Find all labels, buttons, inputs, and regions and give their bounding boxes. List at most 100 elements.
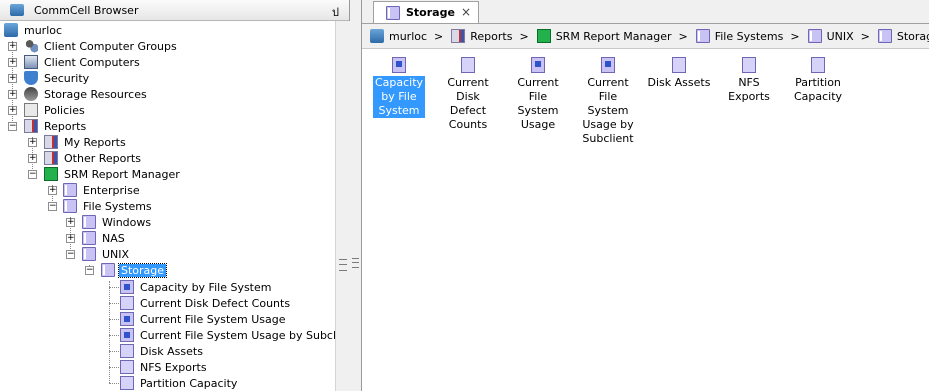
tree-node-current-disk-defect-counts[interactable]: Current Disk Defect Counts	[120, 295, 292, 311]
tree-node-capacity-by-file-system[interactable]: Capacity by File System	[120, 279, 273, 295]
collapse-icon[interactable]: −	[48, 202, 57, 211]
expand-icon[interactable]: +	[28, 138, 37, 147]
expand-icon[interactable]: +	[48, 186, 57, 195]
collapse-icon[interactable]: −	[85, 266, 94, 275]
folder-icon	[695, 29, 710, 43]
panel-title-bar: CommCell Browser ป	[0, 0, 349, 21]
tree-node-label: Client Computers	[44, 55, 140, 69]
tree-node-label: UNIX	[102, 247, 130, 261]
collapse-icon[interactable]: −	[66, 250, 75, 259]
report-item-icon	[742, 57, 756, 73]
tree-node-security[interactable]: Security	[24, 70, 91, 86]
tree-node-label: SRM Report Manager	[64, 167, 180, 181]
tree-node-current-file-system-usage-by-subclient[interactable]: Current File System Usage by Subclient	[120, 327, 335, 343]
report-item-label: Current Disk Defect Counts	[447, 76, 489, 131]
folder-icon	[82, 247, 96, 261]
tree-node-storage-resources[interactable]: Storage Resources	[24, 86, 149, 102]
breadcrumb-item-unix[interactable]: UNIX >	[807, 29, 870, 43]
panel-splitter[interactable]	[350, 0, 362, 391]
tree-node-label: Current File System Usage	[140, 312, 286, 326]
collapse-icon[interactable]: −	[8, 122, 17, 131]
commcell-tree: murloc + Client Computer Groups + Client…	[0, 21, 335, 391]
breadcrumb-separator: >	[860, 29, 870, 43]
breadcrumb-label: murloc	[389, 29, 428, 43]
report-item-capacity-by-file-system[interactable]: Capacity by File System	[364, 49, 434, 118]
tab-storage[interactable]: Storage ×	[373, 1, 479, 23]
breadcrumb-item-file-systems[interactable]: File Systems >	[695, 29, 800, 43]
breadcrumb-separator: >	[434, 29, 444, 43]
computer-icon	[24, 55, 38, 69]
breadcrumb-label: Reports	[470, 29, 513, 43]
breadcrumb-item-reports[interactable]: Reports >	[451, 29, 529, 43]
tree-node-srm-report-manager[interactable]: SRM Report Manager	[44, 166, 182, 182]
tree-node-label: murloc	[24, 23, 63, 37]
policy-icon	[24, 103, 38, 117]
tree-node-label: Capacity by File System	[140, 280, 272, 294]
tree-node-client-computers[interactable]: Client Computers	[24, 54, 142, 70]
report-icon	[451, 29, 466, 43]
breadcrumb-label: File Systems	[714, 29, 784, 43]
report-item-label: NFS Exports	[728, 76, 770, 103]
tree-node-storage[interactable]: Storage	[101, 262, 168, 278]
tree-node-unix[interactable]: UNIX	[82, 246, 131, 262]
tree-node-murloc[interactable]: murloc	[4, 22, 64, 38]
panel-title: CommCell Browser	[34, 3, 139, 17]
tree-node-file-systems[interactable]: File Systems	[63, 198, 154, 214]
expand-icon[interactable]: +	[8, 90, 17, 99]
collapse-icon[interactable]: −	[28, 170, 37, 179]
tree-node-nfs-exports[interactable]: NFS Exports	[120, 359, 209, 375]
report-icon-grid: Capacity by File System Current Disk Def…	[362, 49, 929, 391]
tree-node-my-reports[interactable]: My Reports	[44, 134, 128, 150]
report-item-disk-assets[interactable]: Disk Assets	[644, 49, 714, 90]
expand-icon[interactable]: +	[8, 58, 17, 67]
tree-node-reports[interactable]: Reports	[24, 118, 88, 134]
expand-icon[interactable]: +	[8, 42, 17, 51]
report-item-current-file-system-usage[interactable]: Current File System Usage	[503, 49, 573, 132]
breadcrumb-label: Storage	[896, 29, 929, 43]
report-item-nfs-exports[interactable]: NFS Exports	[714, 49, 784, 104]
folder-icon	[877, 29, 892, 43]
tree-node-current-file-system-usage[interactable]: Current File System Usage	[120, 311, 288, 327]
tree-node-enterprise[interactable]: Enterprise	[63, 182, 142, 198]
tree-node-partition-capacity[interactable]: Partition Capacity	[120, 375, 239, 391]
pin-icon[interactable]: ป	[332, 3, 339, 21]
splitter-grip-icon[interactable]	[352, 258, 359, 268]
expand-icon[interactable]: +	[8, 74, 17, 83]
shield-icon	[24, 71, 38, 85]
tree-node-label: File Systems	[83, 199, 152, 213]
tree-scrollbar[interactable]	[335, 21, 350, 391]
scrollbar-grip-icon[interactable]	[339, 259, 347, 271]
tree-node-other-reports[interactable]: Other Reports	[44, 150, 143, 166]
tree-node-label: NFS Exports	[140, 360, 207, 374]
commcell-browser-icon	[10, 4, 24, 16]
tree-node-disk-assets[interactable]: Disk Assets	[120, 343, 205, 359]
close-icon[interactable]: ×	[461, 5, 471, 19]
expand-icon[interactable]: +	[28, 154, 37, 163]
report-item-partition-capacity[interactable]: Partition Capacity	[783, 49, 853, 104]
expand-icon[interactable]: +	[66, 218, 75, 227]
tree-node-label: Storage Resources	[44, 87, 147, 101]
tree-node-windows[interactable]: Windows	[82, 214, 153, 230]
breadcrumb-item-srm-report-manager[interactable]: SRM Report Manager >	[536, 29, 688, 43]
folder-icon	[82, 231, 96, 245]
expand-icon[interactable]: +	[8, 106, 17, 115]
report-icon	[44, 151, 58, 165]
tree-node-label: Enterprise	[83, 183, 140, 197]
tree-node-label: Windows	[102, 215, 152, 229]
report-item-current-disk-defect-counts[interactable]: Current Disk Defect Counts	[433, 49, 503, 132]
breadcrumb-item-murloc[interactable]: murloc >	[370, 29, 443, 43]
tree-node-nas[interactable]: NAS	[82, 230, 127, 246]
report-item-icon	[461, 57, 475, 73]
tree-node-policies[interactable]: Policies	[24, 102, 87, 118]
folder-icon	[807, 29, 822, 43]
tree-node-client-computer-groups[interactable]: Client Computer Groups	[24, 38, 179, 54]
report-item-icon	[811, 57, 825, 73]
breadcrumb-item-storage[interactable]: Storage >	[877, 29, 929, 43]
storage-icon	[24, 87, 38, 101]
tree-node-label: Other Reports	[64, 151, 141, 165]
tree-node-label: Current File System Usage by Subclient	[140, 328, 335, 342]
breadcrumb-separator: >	[519, 29, 529, 43]
report-item-current-file-system-usage-by-subclient[interactable]: Current File System Usage by Subclient	[573, 49, 643, 146]
folder-icon	[101, 263, 115, 277]
expand-icon[interactable]: +	[66, 234, 75, 243]
